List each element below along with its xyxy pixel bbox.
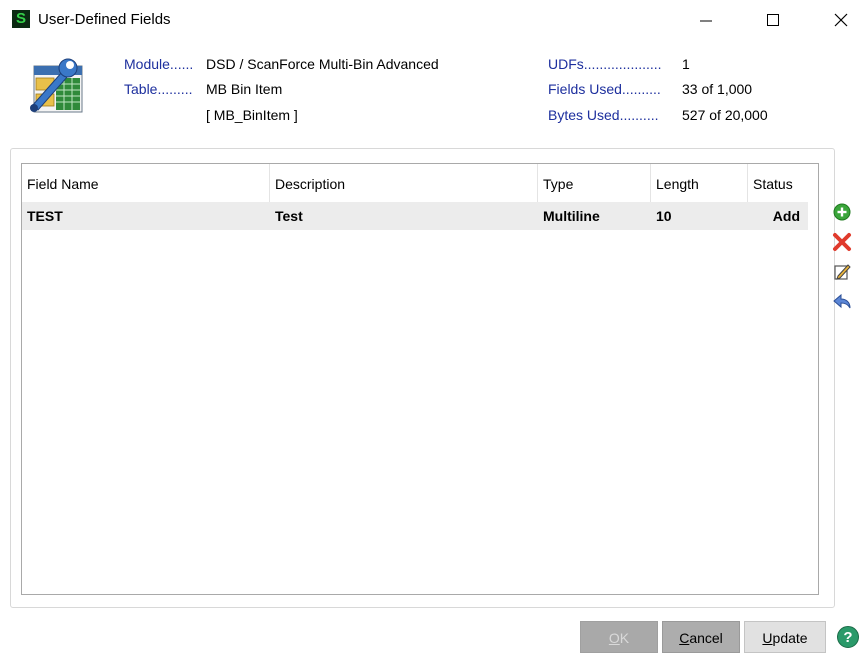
maximize-icon xyxy=(767,14,779,26)
svg-text:?: ? xyxy=(843,629,852,646)
undo-button[interactable] xyxy=(832,292,852,312)
module-value: DSD / ScanForce Multi-Bin Advanced xyxy=(206,56,439,72)
close-button[interactable] xyxy=(818,0,863,40)
cell-length: 10 xyxy=(656,208,672,224)
cancel-button[interactable]: Cancel xyxy=(662,621,740,653)
delete-field-button[interactable] xyxy=(832,232,852,252)
title-bar: S User-Defined Fields xyxy=(0,0,863,40)
column-header-status[interactable]: Status xyxy=(748,164,808,202)
help-icon: ? xyxy=(837,626,859,648)
column-header-description[interactable]: Description xyxy=(270,164,538,202)
cell-description: Test xyxy=(275,208,303,224)
update-label-rest: pdate xyxy=(772,630,808,646)
bytes-used-value: 527 of 20,000 xyxy=(682,107,768,123)
add-field-button[interactable] xyxy=(832,202,852,222)
cell-type: Multiline xyxy=(543,208,600,224)
bytes-used-label: Bytes Used.......... xyxy=(548,107,659,123)
minimize-button[interactable] xyxy=(683,0,729,40)
update-mnemonic: U xyxy=(762,630,773,646)
fields-used-value: 33 of 1,000 xyxy=(682,81,753,97)
table-row[interactable]: TEST Test Multiline 10 Add xyxy=(22,202,808,230)
ok-button[interactable]: OK xyxy=(580,621,658,653)
update-button[interactable]: Update xyxy=(744,621,826,653)
module-label: Module...... xyxy=(124,56,194,72)
ok-label-rest: K xyxy=(619,630,630,646)
cancel-label-rest: ancel xyxy=(689,630,723,646)
cancel-mnemonic: C xyxy=(679,630,690,646)
help-button[interactable]: ? xyxy=(836,625,860,649)
close-icon xyxy=(834,13,848,27)
table-label: Table......... xyxy=(124,81,193,97)
grid-header: Field Name Description Type Length Statu… xyxy=(22,164,808,202)
cell-field-name: TEST xyxy=(27,208,63,224)
udf-tools-icon xyxy=(30,58,83,113)
column-header-field-name[interactable]: Field Name xyxy=(22,164,270,202)
fields-grid[interactable]: Field Name Description Type Length Statu… xyxy=(21,163,819,595)
window-title: User-Defined Fields xyxy=(38,11,171,28)
maximize-button[interactable] xyxy=(750,0,796,40)
udfs-value: 1 xyxy=(682,56,690,72)
table-value: MB Bin Item xyxy=(206,81,283,97)
udfs-label: UDFs.................... xyxy=(548,56,662,72)
ok-mnemonic: O xyxy=(608,630,620,646)
minimize-icon xyxy=(700,20,712,22)
app-logo-icon: S xyxy=(12,10,30,28)
undo-icon xyxy=(833,293,851,309)
edit-field-button[interactable] xyxy=(832,262,852,282)
fields-used-label: Fields Used.......... xyxy=(548,81,661,97)
add-icon xyxy=(833,203,851,221)
cell-status: Add xyxy=(772,208,800,224)
table-id: [ MB_BinItem ] xyxy=(206,107,298,123)
column-header-type[interactable]: Type xyxy=(538,164,651,202)
delete-icon xyxy=(833,233,851,251)
column-header-length[interactable]: Length xyxy=(651,164,748,202)
edit-icon xyxy=(834,264,851,280)
